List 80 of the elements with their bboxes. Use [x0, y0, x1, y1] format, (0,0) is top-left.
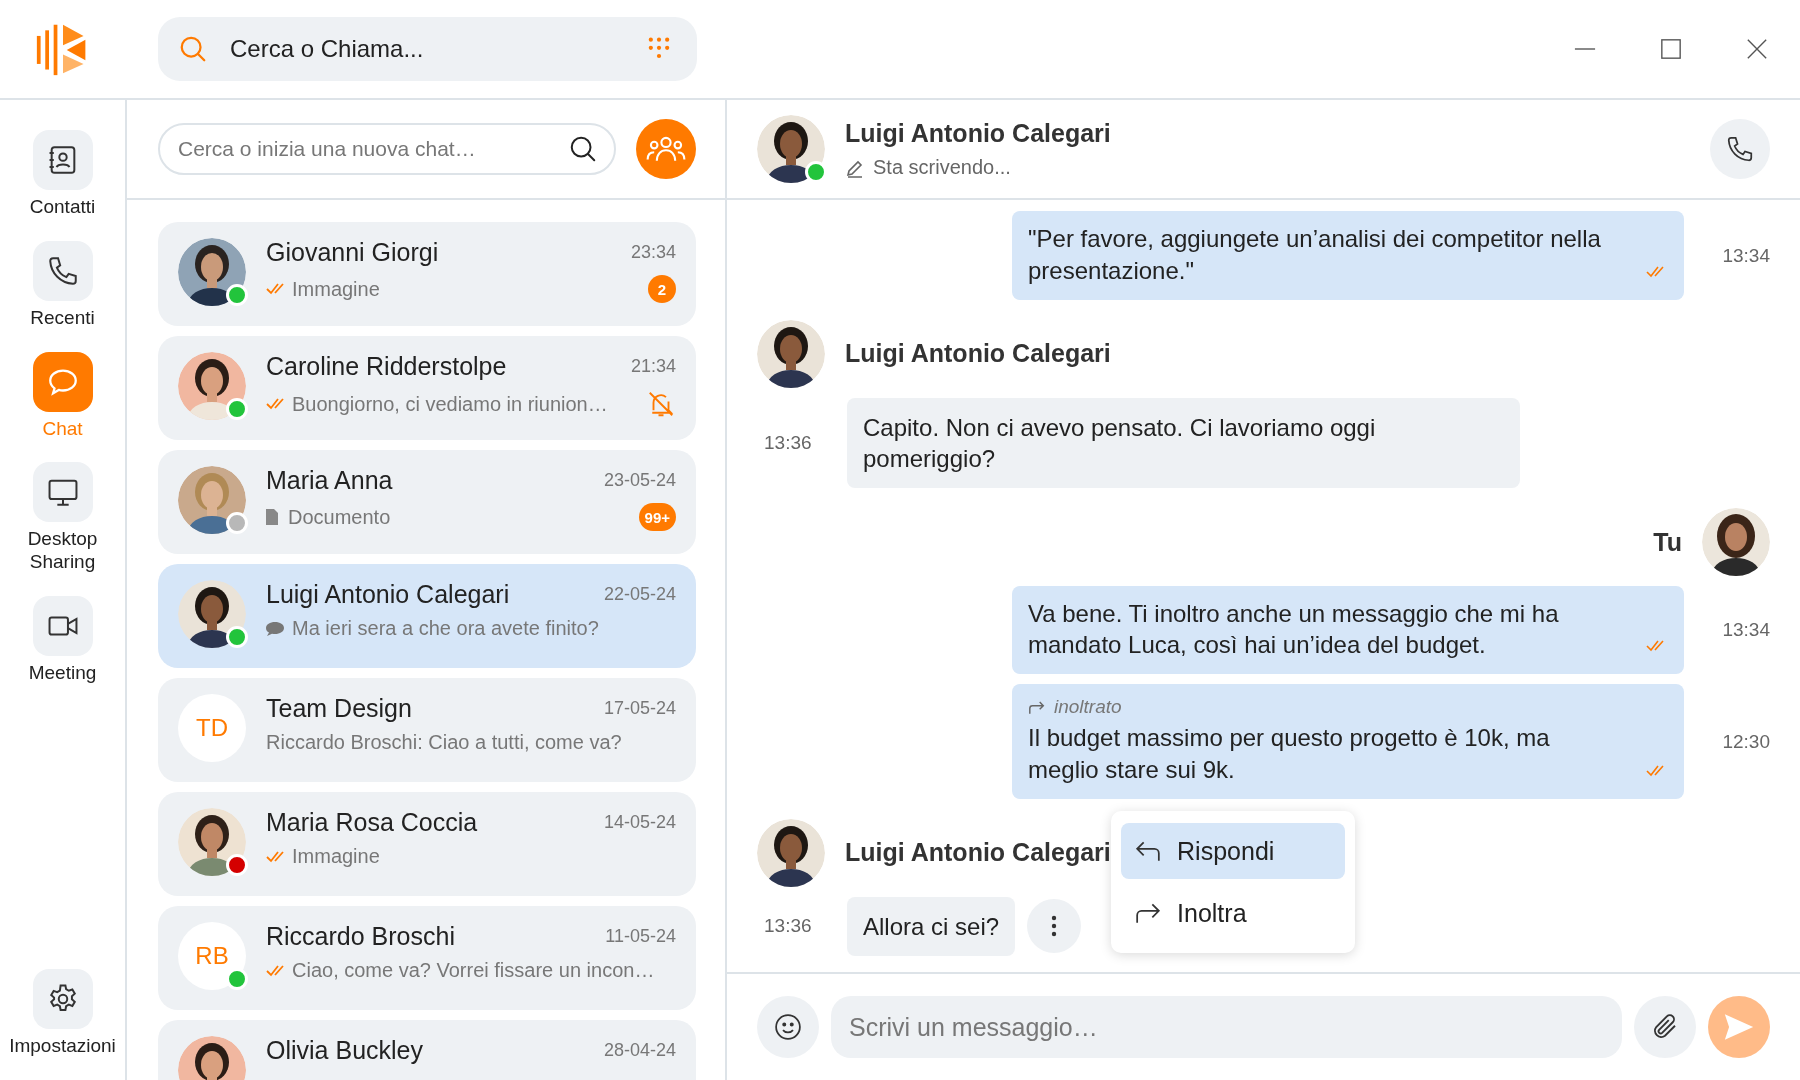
unread-count: 99+ — [638, 503, 676, 531]
chat-time: 14-05-24 — [603, 812, 676, 833]
message-input[interactable]: Scrivi un messaggio… — [831, 996, 1622, 1058]
chat-list-item[interactable]: Maria Rosa Coccia 14-05-24 Immagine — [158, 792, 696, 896]
message-text: Capito. Non ci avevo pensato. Ci lavoriamo oggi pomeriggio? — [863, 412, 1377, 474]
smiley-icon — [773, 1012, 803, 1042]
unread-count: 2 — [648, 275, 676, 303]
maximize-icon[interactable] — [1660, 38, 1682, 60]
new-group-button[interactable] — [636, 119, 696, 179]
message-preview: Immagine — [292, 277, 380, 301]
speech-bubble-icon — [266, 621, 284, 636]
message-preview: Buongiorno, ci vediamo in riunion… — [292, 392, 608, 416]
document-icon — [266, 509, 278, 525]
contact-name: Giovanni Giorgi — [266, 238, 439, 267]
nav-label: Recenti — [29, 306, 96, 330]
typing-status: Sta scrivendo... — [873, 156, 1011, 179]
sender-name: Luigi Antonio Calegari — [845, 339, 1111, 369]
chat-time: 28-04-24 — [603, 1040, 676, 1061]
contact-name: Maria Rosa Coccia — [266, 808, 478, 837]
chat-time: 23-05-24 — [603, 470, 676, 491]
message-time: 13:36 — [764, 431, 813, 454]
menu-item[interactable]: Inoltra — [1121, 885, 1346, 942]
chat-time: 17-05-24 — [603, 698, 676, 719]
nav-button[interactable] — [32, 596, 93, 656]
close-icon[interactable] — [1746, 38, 1768, 60]
chat-list-item[interactable]: Caroline Ridderstolpe 21:34 Buongiorno, ci vediamo in riunion… — [158, 336, 696, 440]
chat-list-item[interactable]: Olivia Buckley 28-04-24 — [158, 1020, 696, 1080]
chat-time: 21:34 — [630, 356, 676, 377]
nav-button[interactable] — [32, 462, 93, 523]
message-text: Il budget massimo per questo progetto è 10k, ma meglio stare sui 9k. — [1028, 723, 1551, 785]
search-field[interactable]: Cerca o Chiama... — [158, 17, 697, 81]
reply-icon — [1135, 840, 1162, 863]
chat-list-item[interactable]: Giovanni Giorgi 23:34 Immagine 2 — [158, 222, 696, 326]
forwarded-label: inoltrato — [1054, 696, 1122, 719]
message-time: 13:36 — [764, 915, 813, 938]
sender-name: Tu — [1653, 527, 1682, 557]
contact-name: Luigi Antonio Calegari — [266, 580, 510, 609]
more-icon — [1051, 915, 1058, 938]
message-text: Va bene. Ti inoltro anche un messaggio che mi ha mandato Luca, così hai un’idea del budget. — [1028, 599, 1560, 661]
chat-list-item[interactable]: RB Riccardo Broschi 11-05-24 Ciao, come va? Vorrei fissare un incon… — [158, 906, 696, 1010]
contact-name: Luigi Antonio Calegari — [845, 119, 1112, 148]
nav-label: Chat — [41, 417, 84, 441]
contact-name: Maria Anna — [266, 466, 393, 495]
chat-list-item[interactable]: Maria Anna 23-05-24 Documento 99+ — [158, 450, 696, 554]
settings-button[interactable] — [32, 969, 93, 1030]
chat-time: 23:34 — [630, 242, 676, 263]
message-text: "Per favore, aggiungete un’analisi dei competitor nella presentazione." — [1028, 224, 1602, 286]
sender-name: Luigi Antonio Calegari — [845, 838, 1111, 868]
contact-name: Caroline Ridderstolpe — [266, 352, 507, 381]
contact-name: Olivia Buckley — [266, 1036, 423, 1065]
search-icon — [178, 34, 208, 64]
menu-item[interactable]: Rispondi — [1121, 823, 1346, 880]
message-time: 13:34 — [1721, 244, 1770, 267]
nav-button[interactable] — [32, 130, 93, 190]
initials-avatar: TD — [178, 694, 246, 762]
message-preview: Ma ieri sera a che ora avete finito? — [292, 617, 599, 640]
message-preview: Ciao, come va? Vorrei fissare un incon… — [292, 959, 655, 982]
contact-name: Team Design — [266, 694, 412, 723]
phone-icon — [1725, 134, 1755, 164]
nav-button[interactable] — [32, 240, 93, 301]
nav-label: Contatti — [28, 196, 97, 219]
chat-list-item[interactable]: Luigi Antonio Calegari 22-05-24 Ma ieri sera a che ora avete finito? — [158, 564, 696, 668]
chat-time: 22-05-24 — [603, 584, 676, 605]
initials-avatar: RB — [178, 922, 246, 990]
forward-icon — [1028, 699, 1046, 715]
chat-list-item[interactable]: TD Team Design 17-05-24 Riccardo Broschi: Ciao a tutti, come va? — [158, 678, 696, 782]
message-time: 12:30 — [1721, 730, 1770, 753]
message-time: 13:34 — [1721, 619, 1770, 642]
nav-label: Meeting — [27, 662, 98, 685]
message-text: Allora ci sei? — [863, 911, 1000, 942]
message-preview: Immagine — [292, 845, 380, 868]
nav-label: Impostazioni — [8, 1035, 117, 1058]
search-field[interactable]: Cerca o inizia una nuova chat… — [158, 123, 616, 175]
search-icon — [568, 134, 598, 164]
message-preview: Documento — [288, 505, 391, 529]
message-preview: Riccardo Broschi: Ciao a tutti, come va? — [266, 731, 622, 754]
nav-label: Desktop Sharing — [26, 528, 99, 574]
forward-icon — [1135, 902, 1162, 925]
contact-name: Riccardo Broschi — [266, 922, 455, 951]
chat-time: 11-05-24 — [605, 926, 676, 947]
